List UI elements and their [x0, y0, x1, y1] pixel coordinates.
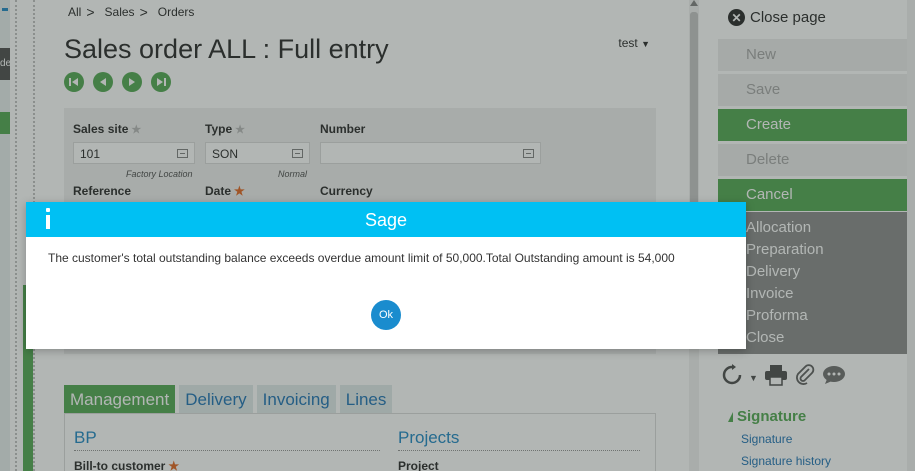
dialog-header: Sage — [26, 202, 746, 237]
dialog-title: Sage — [364, 210, 408, 230]
message-dialog: Sage The customer's total outstanding ba… — [26, 202, 746, 349]
ok-button[interactable]: Ok — [371, 300, 401, 330]
dialog-message: The customer's total outstanding balance… — [48, 251, 675, 265]
